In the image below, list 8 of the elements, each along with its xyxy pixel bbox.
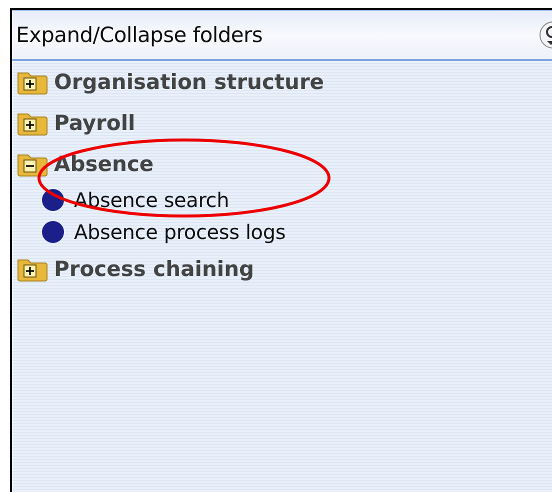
bullet-icon bbox=[42, 221, 64, 243]
folder-label[interactable]: Absence bbox=[54, 152, 154, 176]
folder-label[interactable]: Payroll bbox=[54, 110, 136, 134]
tree-item[interactable]: Absence search bbox=[74, 188, 230, 212]
folder-label[interactable]: Process chaining bbox=[54, 256, 254, 280]
panel-title: Expand/Collapse folders bbox=[16, 23, 263, 47]
folder-label[interactable]: Organisation structure bbox=[54, 70, 324, 94]
tree-item[interactable]: Absence process logs bbox=[74, 220, 286, 244]
